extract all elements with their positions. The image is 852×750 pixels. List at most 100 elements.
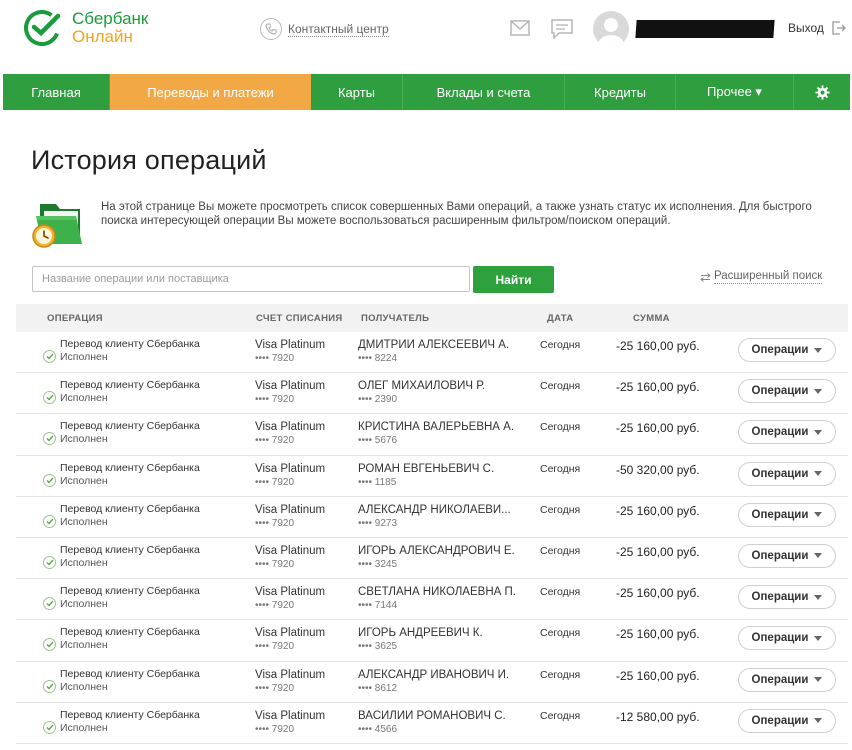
table-row[interactable]: Перевод клиенту Сбербанка Исполнен Visa … (16, 620, 848, 662)
account-name: Visa Platinum (255, 462, 326, 475)
nav-item-other[interactable]: Прочее ▾ (676, 74, 794, 110)
mail-icon[interactable] (510, 20, 530, 36)
chevron-down-icon (814, 718, 823, 724)
account-number: •••• 7920 (255, 641, 295, 653)
table-row[interactable]: Перевод клиенту Сбербанка Исполнен Visa … (16, 332, 848, 374)
operations-menu-button[interactable]: Операции (738, 379, 836, 404)
recipient-name: КРИСТИНА ВАЛЕРЬЕВНА А. (358, 421, 515, 434)
operation-status: Исполнен (60, 515, 108, 528)
nav-item-credits[interactable]: Кредиты (565, 74, 676, 110)
recipient-number: •••• 7144 (358, 600, 398, 612)
operation-date: Сегодня (540, 503, 581, 516)
check-icon (43, 473, 56, 487)
find-button[interactable]: Найти (473, 266, 554, 293)
operations-menu-button[interactable]: Операции (738, 420, 836, 445)
operation-name[interactable]: Перевод клиенту Сбербанка (60, 462, 200, 474)
table-row[interactable]: Перевод клиенту Сбербанка Исполнен Visa … (16, 662, 848, 703)
operations-menu-button[interactable]: Операции (738, 708, 836, 733)
avatar[interactable] (593, 11, 629, 47)
operations-menu-label: Операции (751, 714, 809, 727)
operations-menu-button[interactable]: Операции (738, 502, 836, 527)
nav-item-transfers[interactable]: Переводы и платежи (110, 74, 311, 110)
nav-item-home[interactable]: Главная (3, 74, 110, 110)
table-row[interactable]: Перевод клиенту Сбербанка Исполнен Visa … (16, 456, 848, 497)
operation-date: Сегодня (540, 462, 581, 475)
logout-link[interactable]: Выход (788, 21, 824, 35)
recipient-name: РОМАН ЕВГЕНЬЕВИЧ С. (358, 462, 495, 475)
logout-icon[interactable] (832, 21, 846, 35)
recipient-number: •••• 3625 (358, 641, 398, 653)
operation-date: Сегодня (540, 544, 581, 557)
settings-button[interactable] (794, 74, 850, 110)
operations-menu-button[interactable]: Операции (738, 543, 836, 568)
operation-name[interactable]: Перевод клиенту Сбербанка (60, 585, 200, 597)
column-header-amount[interactable]: СУММА (633, 313, 670, 324)
table-row[interactable]: Перевод клиенту Сбербанка Исполнен Visa … (16, 703, 848, 744)
operation-amount: -25 160,00 руб. (616, 544, 700, 559)
chat-icon[interactable] (551, 19, 573, 39)
check-icon (43, 720, 56, 734)
chevron-down-icon (814, 471, 823, 477)
nav-item-cards[interactable]: Карты (311, 74, 403, 110)
account-number: •••• 7920 (255, 517, 295, 529)
filter-arrows-icon (700, 272, 711, 282)
operations-table: ОПЕРАЦИЯ СЧЕТ СПИСАНИЯ ПОЛУЧАТЕЛЬ ДАТА С… (16, 304, 848, 744)
operation-name[interactable]: Перевод клиенту Сбербанка (60, 503, 200, 515)
operation-status: Исполнен (60, 392, 108, 405)
recipient-number: •••• 8224 (358, 353, 398, 364)
check-icon (43, 679, 56, 693)
operations-menu-button[interactable]: Операции (738, 667, 836, 692)
column-header-recipient[interactable]: ПОЛУЧАТЕЛЬ (361, 313, 429, 324)
table-row[interactable]: Перевод клиенту Сбербанка Исполнен Visa … (16, 538, 848, 580)
column-header-date[interactable]: ДАТА (547, 313, 573, 324)
search-input[interactable] (32, 266, 470, 292)
column-header-operation[interactable]: ОПЕРАЦИЯ (47, 313, 103, 324)
recipient-name: ДМИТРИЙ АЛЕКСЕЕВИЧ А. (358, 339, 510, 351)
operation-name[interactable]: Перевод клиенту Сбербанка (60, 420, 200, 432)
check-icon (43, 514, 56, 528)
operation-amount: -25 160,00 руб. (616, 380, 700, 395)
operation-date: Сегодня (540, 627, 581, 640)
operation-status: Исполнен (60, 639, 108, 652)
operation-name[interactable]: Перевод клиенту Сбербанка (60, 379, 200, 391)
recipient-number: •••• 3245 (358, 558, 398, 570)
operations-menu-label: Операции (751, 385, 809, 398)
operation-date: Сегодня (540, 709, 581, 722)
advanced-search-link[interactable]: Расширенный поиск (700, 270, 823, 284)
folder-clock-icon (32, 204, 82, 248)
check-icon (43, 391, 56, 405)
operation-amount: -25 160,00 руб. (616, 627, 700, 642)
operation-amount: -50 320,00 руб. (616, 462, 700, 477)
operation-name[interactable]: Перевод клиенту Сбербанка (60, 668, 200, 680)
operation-name[interactable]: Перевод клиенту Сбербанка (60, 338, 200, 350)
operation-name[interactable]: Перевод клиенту Сбербанка (60, 709, 200, 721)
table-row[interactable]: Перевод клиенту Сбербанка Исполнен Visa … (16, 579, 848, 621)
logo-text-line1: Сбербанк (72, 9, 149, 28)
contact-center-link[interactable]: Контактный центр (260, 18, 389, 40)
table-row[interactable]: Перевод клиенту Сбербанка Исполнен Visa … (16, 414, 848, 456)
operations-menu-button[interactable]: Операции (738, 626, 836, 651)
main-nav: Главная Переводы и платежи Карты Вклады … (3, 74, 850, 110)
operations-menu-button[interactable]: Операции (738, 461, 836, 486)
operation-amount: -25 160,00 руб. (616, 503, 700, 518)
operation-date: Сегодня (540, 586, 581, 599)
chevron-down-icon (814, 553, 823, 559)
operation-amount: -25 160,00 руб. (616, 668, 700, 683)
chevron-down-icon (814, 635, 823, 641)
nav-item-deposits[interactable]: Вклады и счета (403, 74, 565, 110)
sberbank-logo[interactable]: Сбербанк Онлайн (24, 8, 164, 48)
table-row[interactable]: Перевод клиенту Сбербанка Исполнен Visa … (16, 497, 848, 538)
account-number: •••• 7920 (255, 353, 295, 364)
column-header-account[interactable]: СЧЕТ СПИСАНИЯ (256, 313, 343, 324)
table-row[interactable]: Перевод клиенту Сбербанка Исполнен Visa … (16, 373, 848, 415)
operations-menu-button[interactable]: Операции (738, 338, 836, 362)
recipient-name: ИГОРЬ АНДРЕЕВИЧ К. (358, 627, 483, 640)
gear-icon (814, 84, 830, 100)
operation-name[interactable]: Перевод клиенту Сбербанка (60, 626, 200, 638)
operation-name[interactable]: Перевод клиенту Сбербанка (60, 544, 200, 556)
operation-amount: -25 160,00 руб. (616, 421, 700, 436)
operations-menu-button[interactable]: Операции (738, 585, 836, 610)
operations-menu-label: Операции (751, 508, 809, 521)
operations-menu-label: Операции (751, 549, 809, 562)
operation-date: Сегодня (540, 421, 581, 434)
